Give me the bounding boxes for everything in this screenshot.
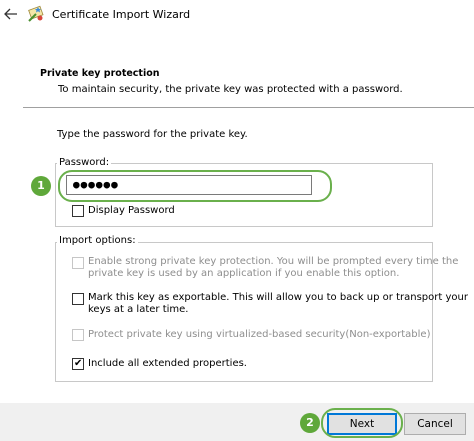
strong-protection-label: Enable strong private key protection. Yo…: [88, 256, 459, 267]
header-band: [23, 60, 474, 104]
password-label: Password:: [57, 157, 112, 168]
password-highlight: [58, 170, 332, 202]
vbs-protection-checkbox[interactable]: [72, 329, 84, 341]
extended-properties-label: Include all extended properties.: [88, 358, 247, 369]
page-subheading: To maintain security, the private key wa…: [58, 84, 403, 95]
strong-protection-label-cont: private key is used by an application if…: [88, 268, 400, 279]
exportable-label-cont: keys at a later time.: [88, 304, 189, 315]
window-title: Certificate Import Wizard: [52, 8, 191, 21]
strong-protection-checkbox[interactable]: [72, 257, 84, 269]
step-badge-1: 1: [31, 176, 51, 196]
display-password-label: Display Password: [88, 205, 175, 216]
title-bar: Certificate Import Wizard: [0, 0, 474, 30]
checkmark-icon: ✔: [74, 358, 83, 369]
exportable-label: Mark this key as exportable. This will a…: [88, 292, 468, 303]
import-options-label: Import options:: [57, 235, 138, 246]
header-divider: [23, 107, 474, 108]
display-password-checkbox[interactable]: [72, 205, 84, 217]
cancel-button[interactable]: Cancel: [404, 413, 466, 435]
page-heading: Private key protection: [40, 68, 160, 79]
step-badge-2: 2: [300, 413, 320, 433]
exportable-checkbox[interactable]: [72, 293, 84, 305]
certificate-wizard-icon: [27, 5, 45, 23]
vbs-protection-label: Protect private key using virtualized-ba…: [88, 329, 431, 340]
next-highlight: [321, 408, 403, 438]
back-arrow-icon[interactable]: [3, 6, 19, 22]
extended-properties-checkbox[interactable]: ✔: [72, 358, 84, 370]
instruction-text: Type the password for the private key.: [57, 129, 248, 140]
